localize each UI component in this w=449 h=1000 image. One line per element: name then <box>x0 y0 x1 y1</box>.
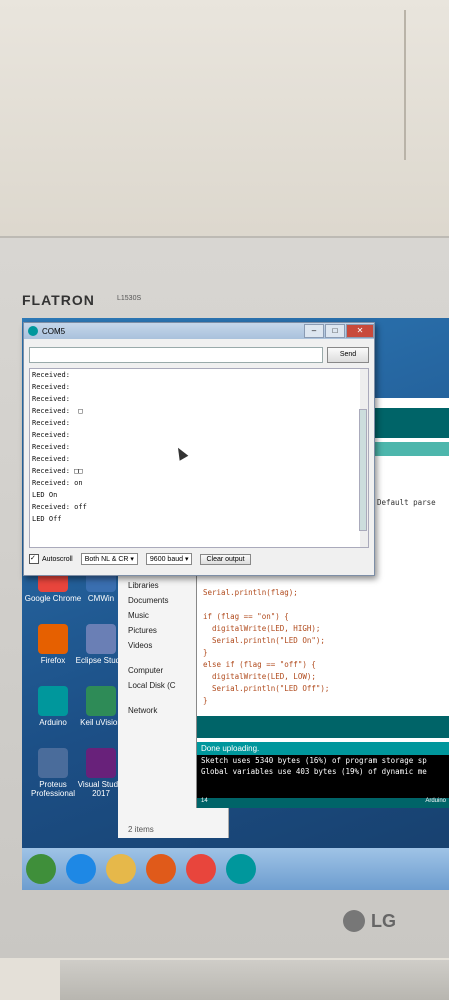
code-line: digitalWrite(LED, HIGH); <box>203 624 321 633</box>
app-icon <box>38 624 68 654</box>
checkbox-checked-icon[interactable]: ✓ <box>29 554 39 564</box>
serial-monitor-window: COM5 – □ ✕ Send Received: Received: Receiv… <box>23 322 375 576</box>
maximize-icon[interactable]: □ <box>325 324 345 338</box>
autoscroll-label: Autoscroll <box>42 555 73 563</box>
serial-output-line: Received: <box>32 431 70 439</box>
serial-output-line: LED On <box>32 491 58 499</box>
serial-bottom-bar: ✓ Autoscroll Both NL & CR ▾ 9600 baud ▾ … <box>29 551 369 567</box>
ie-icon[interactable] <box>66 854 96 884</box>
code-line: Serial.println("LED Off"); <box>203 684 330 693</box>
console-line-1: Sketch uses 5340 bytes (16%) of program … <box>201 756 427 765</box>
ide-footer: 14 Arduino <box>197 798 449 808</box>
serial-output-line: Received: off <box>32 503 87 511</box>
arduino-icon[interactable] <box>226 854 256 884</box>
serial-titlebar[interactable]: COM5 – □ ✕ <box>24 323 374 339</box>
serial-output-line: Received: <box>32 383 70 391</box>
close-icon[interactable]: ✕ <box>346 324 374 338</box>
code-line: Serial.println("LED On"); <box>203 636 325 645</box>
code-line: else if (flag == "off") { <box>203 660 316 669</box>
console-line-2: Global variables use 403 bytes (19%) of … <box>201 767 427 776</box>
minimize-icon[interactable]: – <box>304 324 324 338</box>
monitor-stand <box>60 960 449 1000</box>
serial-output-line: Received: <box>32 455 70 463</box>
serial-output-line: Received: on <box>32 479 83 487</box>
serial-output-line: Received: <box>32 371 70 379</box>
ide-code-fragment: Default parse <box>377 498 436 507</box>
output-scrollbar[interactable] <box>359 369 368 547</box>
autoscroll-toggle[interactable]: ✓ Autoscroll <box>29 554 73 564</box>
ide-upload-status: Done uploading. <box>197 742 449 755</box>
send-input[interactable] <box>29 347 323 363</box>
scrollbar-thumb[interactable] <box>359 409 367 531</box>
serial-output-line: Received: <box>32 395 70 403</box>
explorer-status: 2 items <box>128 825 154 834</box>
line-ending-select[interactable]: Both NL & CR ▾ <box>80 553 138 565</box>
ide-footer-label: Arduino <box>425 798 446 804</box>
explorer-icon[interactable] <box>106 854 136 884</box>
code-line: } <box>203 696 208 705</box>
code-line: if (flag == "on") { <box>203 612 289 621</box>
serial-output-line: Received: □ <box>32 407 83 415</box>
app-icon <box>86 748 116 778</box>
app-icon <box>86 686 116 716</box>
serial-output-line: Received: <box>32 443 70 451</box>
monitor-model: L1530S <box>117 295 142 302</box>
send-button[interactable]: Send <box>327 347 369 363</box>
app-icon <box>38 748 68 778</box>
chrome-icon[interactable] <box>186 854 216 884</box>
lg-logo: LG <box>343 910 396 932</box>
app-icon <box>86 624 116 654</box>
serial-output-line: Received: □□ <box>32 467 83 475</box>
serial-output-line: Received: <box>32 419 70 427</box>
ide-console: Done uploading. Sketch uses 5340 bytes (… <box>197 742 449 798</box>
app-icon <box>38 686 68 716</box>
serial-output[interactable]: Received: Received: Received: Received: □ Re… <box>29 368 369 548</box>
ide-line-number: 14 <box>201 798 208 804</box>
serial-output-line: LED Off <box>32 515 62 523</box>
media-player-icon[interactable] <box>146 854 176 884</box>
monitor-brand: FLATRON <box>22 292 95 308</box>
lg-logo-icon <box>343 910 365 932</box>
wall-background <box>0 0 449 250</box>
serial-title: COM5 <box>42 326 66 336</box>
start-orb-icon[interactable] <box>26 854 56 884</box>
code-line: Serial.println(flag); <box>203 588 298 597</box>
wall-crack <box>404 10 406 160</box>
ide-status-area <box>197 716 449 738</box>
taskbar <box>22 848 449 890</box>
code-line: digitalWrite(LED, LOW); <box>203 672 316 681</box>
send-row: Send <box>29 347 369 363</box>
arduino-icon <box>28 326 38 336</box>
lg-logo-text: LG <box>371 910 396 931</box>
clear-output-button[interactable]: Clear output <box>200 553 251 565</box>
baud-rate-select[interactable]: 9600 baud ▾ <box>145 553 193 565</box>
code-line: } <box>203 648 208 657</box>
